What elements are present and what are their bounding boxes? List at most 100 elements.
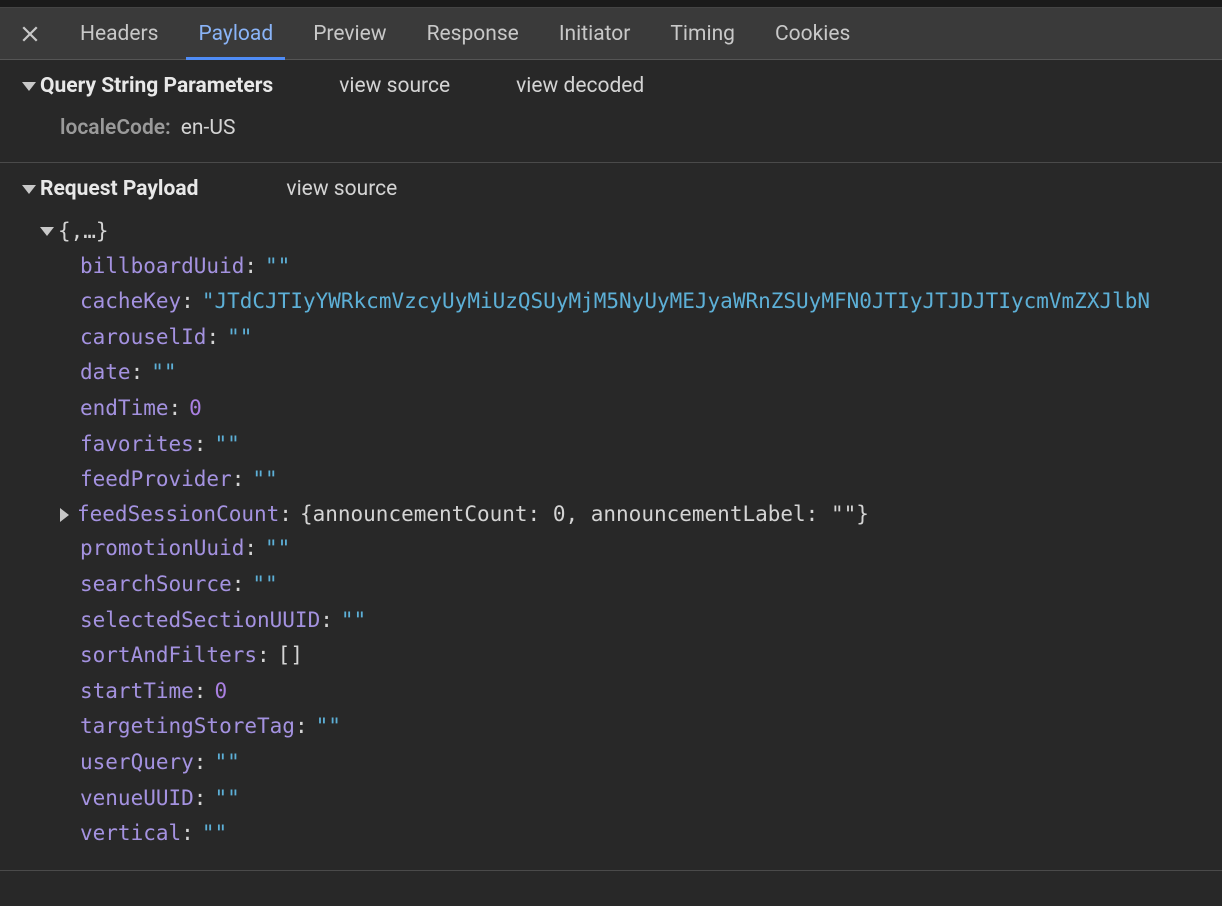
payload-line[interactable]: userQuery: "" [80,745,1222,781]
window-top-border [0,0,1222,8]
payload-key: selectedSectionUUID [80,608,320,632]
payload-json-body: {,…} billboardUuid:"" cacheKey:"JTdCJTIy… [0,201,1222,852]
tab-headers[interactable]: Headers [60,8,178,59]
payload-content: Query String Parameters view source view… [0,60,1222,871]
payload-line[interactable]: venueUUID: "" [80,781,1222,817]
tab-initiator[interactable]: Initiator [539,8,651,59]
payload-key: carouselId [80,325,206,349]
param-row: localeCode: en-US [60,112,1222,144]
payload-key: venueUUID [80,786,194,810]
query-section-header: Query String Parameters view source view… [0,74,1222,98]
payload-line[interactable]: promotionUuid: "" [80,531,1222,567]
payload-value: "" [214,786,239,810]
payload-line[interactable]: targetingStoreTag: "" [80,709,1222,745]
colon: : [194,679,207,703]
tab-cookies[interactable]: Cookies [755,8,870,59]
payload-line[interactable]: endTime:0 [80,391,1222,427]
payload-key: targetingStoreTag [80,714,295,738]
payload-value: 0 [189,396,202,420]
payload-value: "JTdCJTIyYWRkcmVzcyUyMiUzQSUyMjM5NyUyMEJ… [202,289,1150,313]
payload-key: favorites [80,432,194,456]
payload-key: sortAndFilters [80,643,257,667]
payload-line[interactable]: carouselId:"" [80,320,1222,356]
query-section-title: Query String Parameters [40,74,273,98]
request-title-group[interactable]: Request Payload [22,177,198,201]
colon: : [194,750,207,774]
payload-line[interactable]: cacheKey: "JTdCJTIyYWRkcmVzcyUyMiUzQSUyMj… [80,284,1222,320]
payload-value: "" [265,536,290,560]
colon: : [194,786,207,810]
payload-key: vertical [80,821,181,845]
payload-line[interactable]: favorites: "" [80,427,1222,463]
request-section-header: Request Payload view source [0,177,1222,201]
payload-value: "" [252,467,277,491]
payload-key: billboardUuid [80,254,244,278]
detail-tabs-bar: Headers Payload Preview Response Initiat… [0,8,1222,60]
colon: : [181,289,194,313]
payload-key: feedProvider [80,467,232,491]
payload-line[interactable]: billboardUuid: "" [80,249,1222,285]
payload-value: 0 [214,679,227,703]
colon: : [320,608,333,632]
payload-value: "" [227,325,252,349]
payload-key: date [80,360,131,384]
payload-value: "" [341,608,366,632]
payload-key: searchSource [80,572,232,596]
chevron-down-icon [22,185,36,194]
payload-key: cacheKey [80,289,181,313]
payload-line[interactable]: feedProvider: "" [80,462,1222,498]
payload-value: "" [214,750,239,774]
chevron-down-icon [22,82,36,91]
tab-response[interactable]: Response [407,8,539,59]
payload-line[interactable]: vertical: "" [80,816,1222,852]
payload-root-label: {,…} [58,215,109,249]
colon: : [169,396,182,420]
query-title-group[interactable]: Query String Parameters [22,74,273,98]
payload-line-expandable[interactable]: feedSessionCount:{announcementCount: 0, … [58,498,1222,532]
payload-value: "" [265,254,290,278]
payload-key: endTime [80,396,169,420]
request-section-title: Request Payload [40,177,198,201]
query-params-list: localeCode: en-US [0,98,1222,144]
chevron-right-icon [60,508,69,522]
payload-line[interactable]: date: "" [80,355,1222,391]
param-value-localecode: en-US [181,116,236,140]
colon: : [232,572,245,596]
close-icon [21,25,39,43]
close-button[interactable] [0,25,60,43]
payload-value: {announcementCount: 0, announcementLabel… [300,498,869,532]
payload-value: [] [278,643,303,667]
colon: : [257,643,270,667]
tab-payload[interactable]: Payload [178,8,293,59]
colon: : [244,254,257,278]
payload-root-toggle[interactable]: {,…} [40,215,1222,249]
colon: : [131,360,144,384]
payload-line[interactable]: startTime:0 [80,674,1222,710]
chevron-down-icon [40,227,54,236]
payload-line[interactable]: sortAndFilters: [] [80,638,1222,674]
payload-value: "" [316,714,341,738]
colon: : [279,498,292,532]
view-source-link[interactable]: view source [286,177,397,201]
tab-timing[interactable]: Timing [650,8,755,59]
payload-value: "" [214,432,239,456]
payload-lines: billboardUuid:"" cacheKey:"JTdCJTIyYWRkc… [40,249,1222,852]
colon: : [194,432,207,456]
payload-key: feedSessionCount [77,498,279,532]
colon: : [232,467,245,491]
query-string-section: Query String Parameters view source view… [0,60,1222,163]
request-payload-section: Request Payload view source {,…} billboa… [0,163,1222,871]
colon: : [295,714,308,738]
payload-line[interactable]: selectedSectionUUID: "" [80,603,1222,639]
payload-value: "" [252,572,277,596]
payload-key: userQuery [80,750,194,774]
payload-value: "" [202,821,227,845]
view-decoded-link[interactable]: view decoded [516,74,644,98]
tab-preview[interactable]: Preview [293,8,406,59]
colon: : [244,536,257,560]
payload-value: "" [151,360,176,384]
colon: : [181,821,194,845]
payload-key: promotionUuid [80,536,244,560]
view-source-link[interactable]: view source [339,74,450,98]
payload-line[interactable]: searchSource: "" [80,567,1222,603]
